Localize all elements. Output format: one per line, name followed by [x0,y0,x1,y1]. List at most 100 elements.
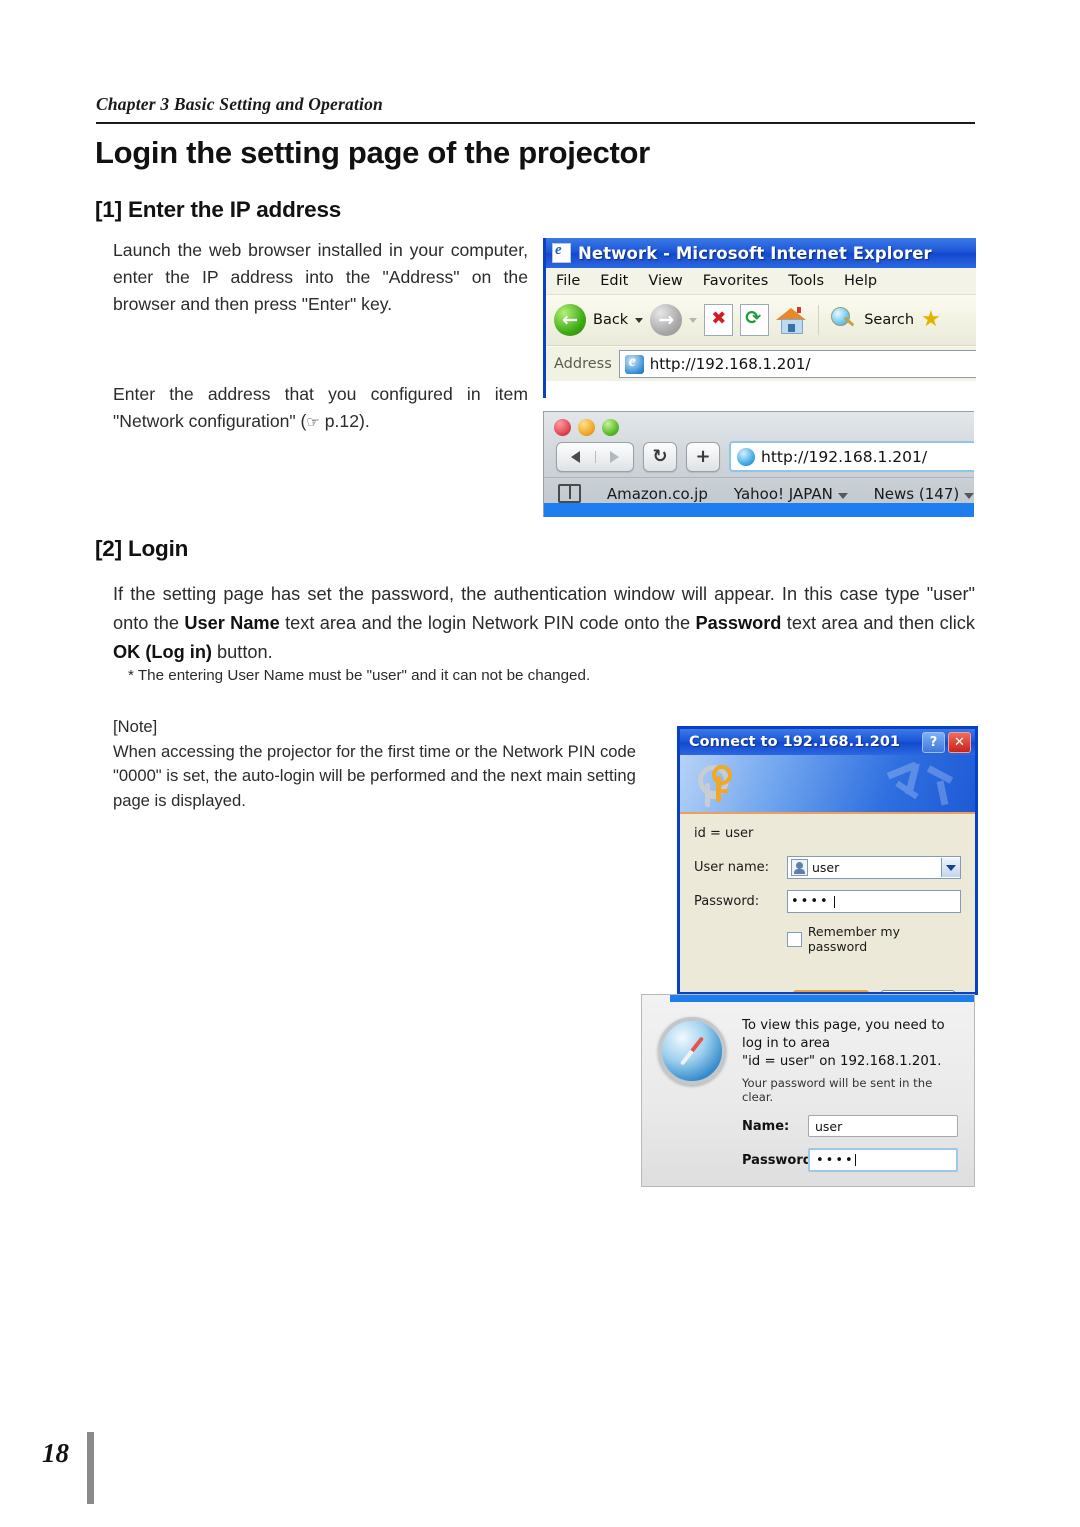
text-caret [833,895,835,908]
address-value: http://192.168.1.201/ [649,355,811,373]
back-arrow-icon[interactable]: ← [554,304,586,336]
chapter-running-head: Chapter 3 Basic Setting and Operation [96,94,383,114]
windows-dialog-body: id = user User name: user Password: ••••… [680,814,975,992]
page-number-bar [87,1432,94,1504]
ie-address-bar: Address http://192.168.1.201/ [546,346,976,381]
bookmark-news-dropdown-icon [964,492,974,499]
password-input[interactable]: •••• [787,890,961,913]
safari-nav-buttons[interactable] [556,441,634,472]
section-2-paragraph: If the setting page has set the password… [113,580,975,667]
password-value: •••• [791,894,830,909]
windows-auth-dialog: Connect to 192.168.1.201 ? ✕ id = user U… [677,726,978,995]
back-button-label[interactable]: Back [593,312,628,328]
note-label: [Note] [113,717,158,736]
close-icon[interactable]: ✕ [948,731,971,753]
section-2-heading: [2] Login [95,536,189,561]
bookmark-news[interactable]: News (147) [874,485,974,503]
mac-submessage: Your password will be sent in the clear. [742,1076,933,1104]
mac-name-input[interactable]: user [808,1115,958,1137]
safari-window-controls [544,412,974,436]
note-text: When accessing the projector for the fir… [113,741,636,810]
section-1-heading: [1] Enter the IP address [95,197,342,222]
search-button-label[interactable]: Search [864,312,914,328]
section-2-text-4: button. [212,642,273,662]
user-icon [791,859,808,876]
bookmark-yahoo-japan[interactable]: Yahoo! JAPAN [734,485,848,503]
ie-window-title: Network - Microsoft Internet Explorer [578,243,932,263]
note-block: [Note] When accessing the projector for … [113,715,673,813]
ie-menu-file[interactable]: File [556,273,580,289]
safari-bookmarks-bar: Amazon.co.jp Yahoo! JAPAN News (147) [544,477,974,503]
remember-password-checkbox-row[interactable]: Remember my password [787,924,961,954]
home-icon[interactable] [776,306,807,334]
section-1-paragraph-1: Launch the web browser installed in your… [113,240,528,314]
bold-user-name: User Name [184,613,280,633]
mac-password-input[interactable]: •••• [808,1148,958,1172]
safari-back-icon[interactable] [557,450,596,463]
mac-name-label: Name: [742,1118,790,1134]
mac-message-line-2: "id = user" on 192.168.1.201. [742,1054,942,1069]
password-row: Password: •••• [694,890,961,913]
help-button[interactable]: ? [922,731,945,753]
safari-forward-icon[interactable] [596,450,634,463]
ie-document-icon [552,242,571,263]
ie-menu-help[interactable]: Help [844,273,877,289]
section-2-footnote: * The entering User Name must be "user" … [128,667,591,684]
keys-icon [694,761,740,807]
watermark-graphic [881,757,967,809]
safari-url-value: http://192.168.1.201/ [761,447,928,466]
user-name-row: User name: user [694,856,961,879]
mac-auth-dialog: To view this page, you need to log in to… [641,994,975,1187]
safari-toolbar: ↻ + http://192.168.1.201/ [544,436,974,472]
ie-menu-view[interactable]: View [648,273,682,289]
favorites-star-icon[interactable]: ★ [921,307,943,333]
mac-password-label: Password: [742,1152,818,1168]
back-dropdown-icon[interactable] [635,317,644,323]
forward-dropdown-icon[interactable] [689,317,698,323]
minimize-window-icon[interactable] [578,419,595,436]
safari-add-bookmark-icon[interactable]: + [686,441,720,472]
bold-ok-login: OK (Log in) [113,642,212,662]
ie-menu-favorites[interactable]: Favorites [703,273,769,289]
bookmark-amazon[interactable]: Amazon.co.jp [607,485,708,503]
keychain-label: Remember this password in my keychain [781,1185,958,1186]
ie-menu-edit[interactable]: Edit [600,273,628,289]
remember-password-label: Remember my password [807,924,900,954]
mac-dialog-top-bar [670,995,974,1002]
section-1-paragraph-2-b: p.12). [319,411,370,431]
stop-icon[interactable]: ✖ [704,304,734,336]
chevron-down-icon[interactable] [941,858,960,877]
refresh-icon[interactable]: ⟳ [740,304,770,336]
ie-e-icon [624,353,644,374]
section-1-paragraph-2: Enter the address that you configured in… [113,381,528,436]
search-icon[interactable] [831,307,857,333]
close-window-icon[interactable] [554,419,571,436]
bookmarks-book-icon[interactable] [558,484,581,503]
address-input[interactable]: http://192.168.1.201/ [618,350,976,378]
mac-message: To view this page, you need to log in to… [742,1017,958,1071]
ie-toolbar: ← Back → ✖ ⟳ Search ★ [546,295,976,346]
section-2-text-2: text area and the login Network PIN code… [279,613,696,633]
internet-explorer-window: Network - Microsoft Internet Explorer Fi… [543,238,976,398]
user-name-value: user [812,860,840,875]
safari-window: ↻ + http://192.168.1.201/ Amazon.co.jp Y… [543,411,974,517]
forward-arrow-icon[interactable]: → [650,304,683,336]
safari-address-input[interactable]: http://192.168.1.201/ [729,441,974,472]
user-name-input[interactable]: user [787,856,961,879]
windows-dialog-banner [680,755,975,814]
safari-page-content [544,503,974,517]
header-rule [96,122,975,124]
realm-label: id = user [694,826,754,841]
globe-icon [737,447,755,466]
keychain-checkbox-row[interactable]: Remember this password in my keychain [764,1185,958,1186]
zoom-window-icon[interactable] [602,419,619,436]
bold-password: Password [695,613,782,633]
bookmark-dropdown-icon [837,492,848,499]
password-label: Password: [694,894,760,909]
ie-menu-tools[interactable]: Tools [788,273,824,289]
safari-reload-icon[interactable]: ↻ [643,441,677,472]
remember-password-checkbox[interactable] [787,931,802,947]
ie-title-bar: Network - Microsoft Internet Explorer [546,238,976,268]
mac-dialog-content: To view this page, you need to log in to… [742,1017,958,1186]
pointing-hand-icon: ☞ [306,413,320,431]
